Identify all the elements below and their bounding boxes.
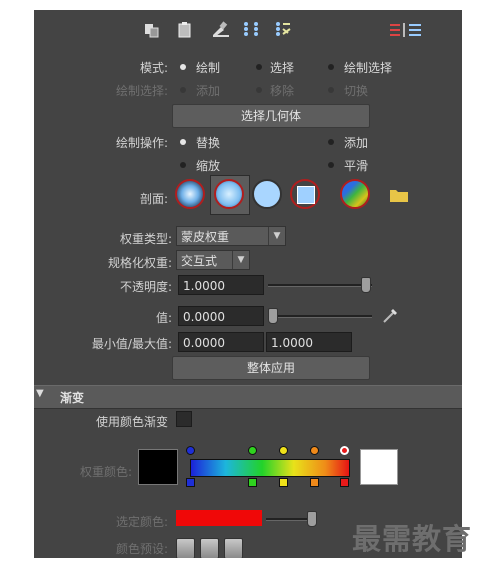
soft-brush-icon[interactable] — [214, 179, 244, 209]
normalize-weights-dropdown[interactable]: 交互式 ▼ — [176, 250, 250, 270]
ramp-handle-green[interactable] — [248, 478, 257, 487]
ramp-marker-yellow[interactable] — [279, 446, 288, 455]
folder-icon[interactable] — [390, 188, 408, 202]
paint-op-replace-label: 替换 — [196, 136, 221, 150]
max-value-field[interactable]: 1.0000 — [266, 332, 352, 352]
ramp-marker-orange[interactable] — [310, 446, 319, 455]
weight-type-label: 权重类型: — [119, 232, 172, 246]
selected-color-swatch[interactable] — [176, 510, 262, 526]
normalize-weights-label: 规格化权重: — [107, 256, 172, 270]
color-presets-label: 颜色预设: — [115, 542, 168, 556]
watermark: 最需教育 — [352, 522, 473, 556]
weight-type-value: 蒙皮权重 — [181, 230, 230, 244]
color-picker-icon[interactable] — [382, 306, 400, 324]
paint-op-add-label: 添加 — [344, 136, 369, 150]
ramp-handle-red[interactable] — [340, 478, 349, 487]
mode-select-label: 选择 — [270, 61, 295, 75]
color-preset-3-button[interactable] — [224, 538, 243, 558]
copy-weights-icon[interactable] — [274, 21, 292, 37]
mirror-weights-icon[interactable] — [242, 21, 260, 37]
selected-color-slider-track[interactable] — [266, 518, 312, 521]
min-value-field[interactable]: 0.0000 — [178, 332, 264, 352]
mode-label: 模式: — [139, 61, 168, 75]
gaussian-brush-icon[interactable] — [175, 179, 205, 209]
flood-button[interactable]: 整体应用 — [172, 356, 370, 380]
ramp-marker-red[interactable] — [340, 446, 349, 455]
white-color-swatch[interactable] — [360, 449, 398, 485]
profile-label: 剖面: — [139, 192, 168, 206]
solid-round-brush-icon[interactable] — [252, 179, 282, 209]
selected-color-label: 选定颜色: — [115, 515, 168, 529]
paint-select-toggle-radio[interactable] — [328, 87, 334, 93]
paint-select-label: 绘制选择: — [115, 84, 168, 98]
opacity-field[interactable]: 1.0000 — [178, 275, 264, 295]
mode-paint-label: 绘制 — [196, 61, 221, 75]
selected-color-slider-handle[interactable] — [307, 511, 317, 527]
square-brush-fill — [297, 186, 315, 204]
black-color-swatch[interactable] — [138, 449, 178, 485]
paint-op-scale-radio[interactable] — [180, 162, 186, 168]
opacity-label: 不透明度: — [119, 280, 172, 294]
paste-icon[interactable] — [177, 21, 193, 38]
gradient-section-header[interactable]: ▼ 渐变 — [34, 385, 462, 409]
value-label: 值: — [155, 311, 172, 325]
weight-type-dropdown[interactable]: 蒙皮权重 ▼ — [176, 226, 286, 246]
paint-operation-label: 绘制操作: — [115, 136, 168, 150]
color-preset-1-button[interactable] — [176, 538, 195, 558]
gradient-section-title: 渐变 — [60, 391, 85, 405]
copy-icon[interactable] — [144, 22, 159, 38]
paint-op-add-radio[interactable] — [328, 139, 334, 145]
chevron-down-icon: ▼ — [232, 251, 249, 269]
toolbar — [34, 10, 462, 46]
paint-op-smooth-radio[interactable] — [328, 162, 334, 168]
normalize-weights-value: 交互式 — [181, 254, 218, 268]
value-field[interactable]: 0.0000 — [178, 306, 264, 326]
image-brush-icon[interactable] — [340, 179, 370, 209]
ramp-marker-blue[interactable] — [186, 446, 195, 455]
mode-paint-select-label: 绘制选择 — [344, 61, 393, 75]
paint-select-add-radio[interactable] — [180, 87, 186, 93]
mode-paint-select-radio[interactable] — [328, 64, 334, 70]
value-slider-handle[interactable] — [268, 308, 278, 324]
opacity-slider-handle[interactable] — [361, 277, 371, 293]
paint-select-remove-label: 移除 — [270, 84, 295, 98]
color-ramp-bar[interactable] — [190, 459, 350, 477]
paint-select-remove-radio[interactable] — [256, 87, 262, 93]
ramp-handle-orange[interactable] — [310, 478, 319, 487]
color-preset-2-button[interactable] — [200, 538, 219, 558]
mode-select-radio[interactable] — [256, 64, 262, 70]
mode-paint-radio[interactable] — [180, 64, 186, 70]
ramp-handle-yellow[interactable] — [279, 478, 288, 487]
opacity-slider-track[interactable] — [268, 284, 372, 287]
collapse-arrow-icon: ▼ — [36, 388, 44, 399]
min-max-label: 最小值/最大值: — [91, 337, 172, 351]
chevron-down-icon: ▼ — [268, 227, 285, 245]
weight-color-label: 权重颜色: — [79, 465, 132, 479]
reset-settings-icon[interactable] — [390, 21, 430, 37]
use-color-ramp-label: 使用颜色渐变 — [95, 415, 168, 429]
prune-weights-icon[interactable] — [211, 21, 229, 37]
paint-select-add-label: 添加 — [196, 84, 221, 98]
paint-op-scale-label: 缩放 — [196, 159, 221, 173]
paint-skin-weights-panel: 模式: 绘制 选择 绘制选择 绘制选择: 添加 移除 切换 选择几何体 绘制操作… — [34, 10, 462, 558]
select-geometry-button[interactable]: 选择几何体 — [172, 104, 370, 128]
ramp-handle-blue[interactable] — [186, 478, 195, 487]
ramp-marker-green[interactable] — [248, 446, 257, 455]
paint-select-toggle-label: 切换 — [344, 84, 369, 98]
use-color-ramp-checkbox[interactable] — [176, 411, 192, 427]
paint-op-replace-radio[interactable] — [180, 139, 186, 145]
value-slider-track[interactable] — [268, 315, 372, 318]
paint-op-smooth-label: 平滑 — [344, 159, 369, 173]
